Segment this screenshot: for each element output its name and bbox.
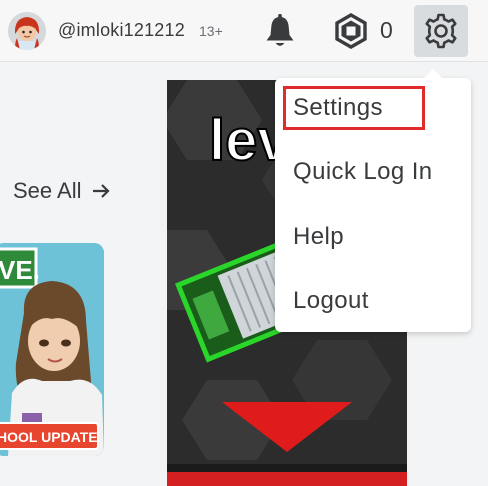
top-nav-bar: @imloki121212 13+ 0 [0,0,488,62]
see-all-link[interactable]: See All [13,178,110,204]
arrow-right-icon [86,178,110,203]
age-badge: 13+ [199,23,223,39]
gear-icon [425,13,457,49]
notifications-button[interactable] [262,12,298,50]
avatar[interactable] [8,12,46,50]
settings-button[interactable] [414,5,468,57]
game-thumbnail[interactable]: VE. HOOL UPDATE [0,243,104,456]
menu-item-quick-log-in[interactable]: Quick Log In [293,158,433,186]
sign-text: VE. [0,255,40,285]
banner-text: HOOL UPDATE [0,429,98,445]
avatar-image [8,12,46,50]
settings-highlight-box [283,86,425,130]
see-all-label: See All [13,178,82,203]
robux-icon [335,13,367,49]
menu-item-logout[interactable]: Logout [293,287,369,315]
bell-icon [266,14,294,46]
menu-item-help[interactable]: Help [293,223,344,251]
username[interactable]: @imloki121212 [58,20,185,41]
robux-count: 0 [380,17,393,43]
game-thumbnail-art: VE. HOOL UPDATE [0,243,104,456]
robux-button[interactable] [333,13,369,49]
